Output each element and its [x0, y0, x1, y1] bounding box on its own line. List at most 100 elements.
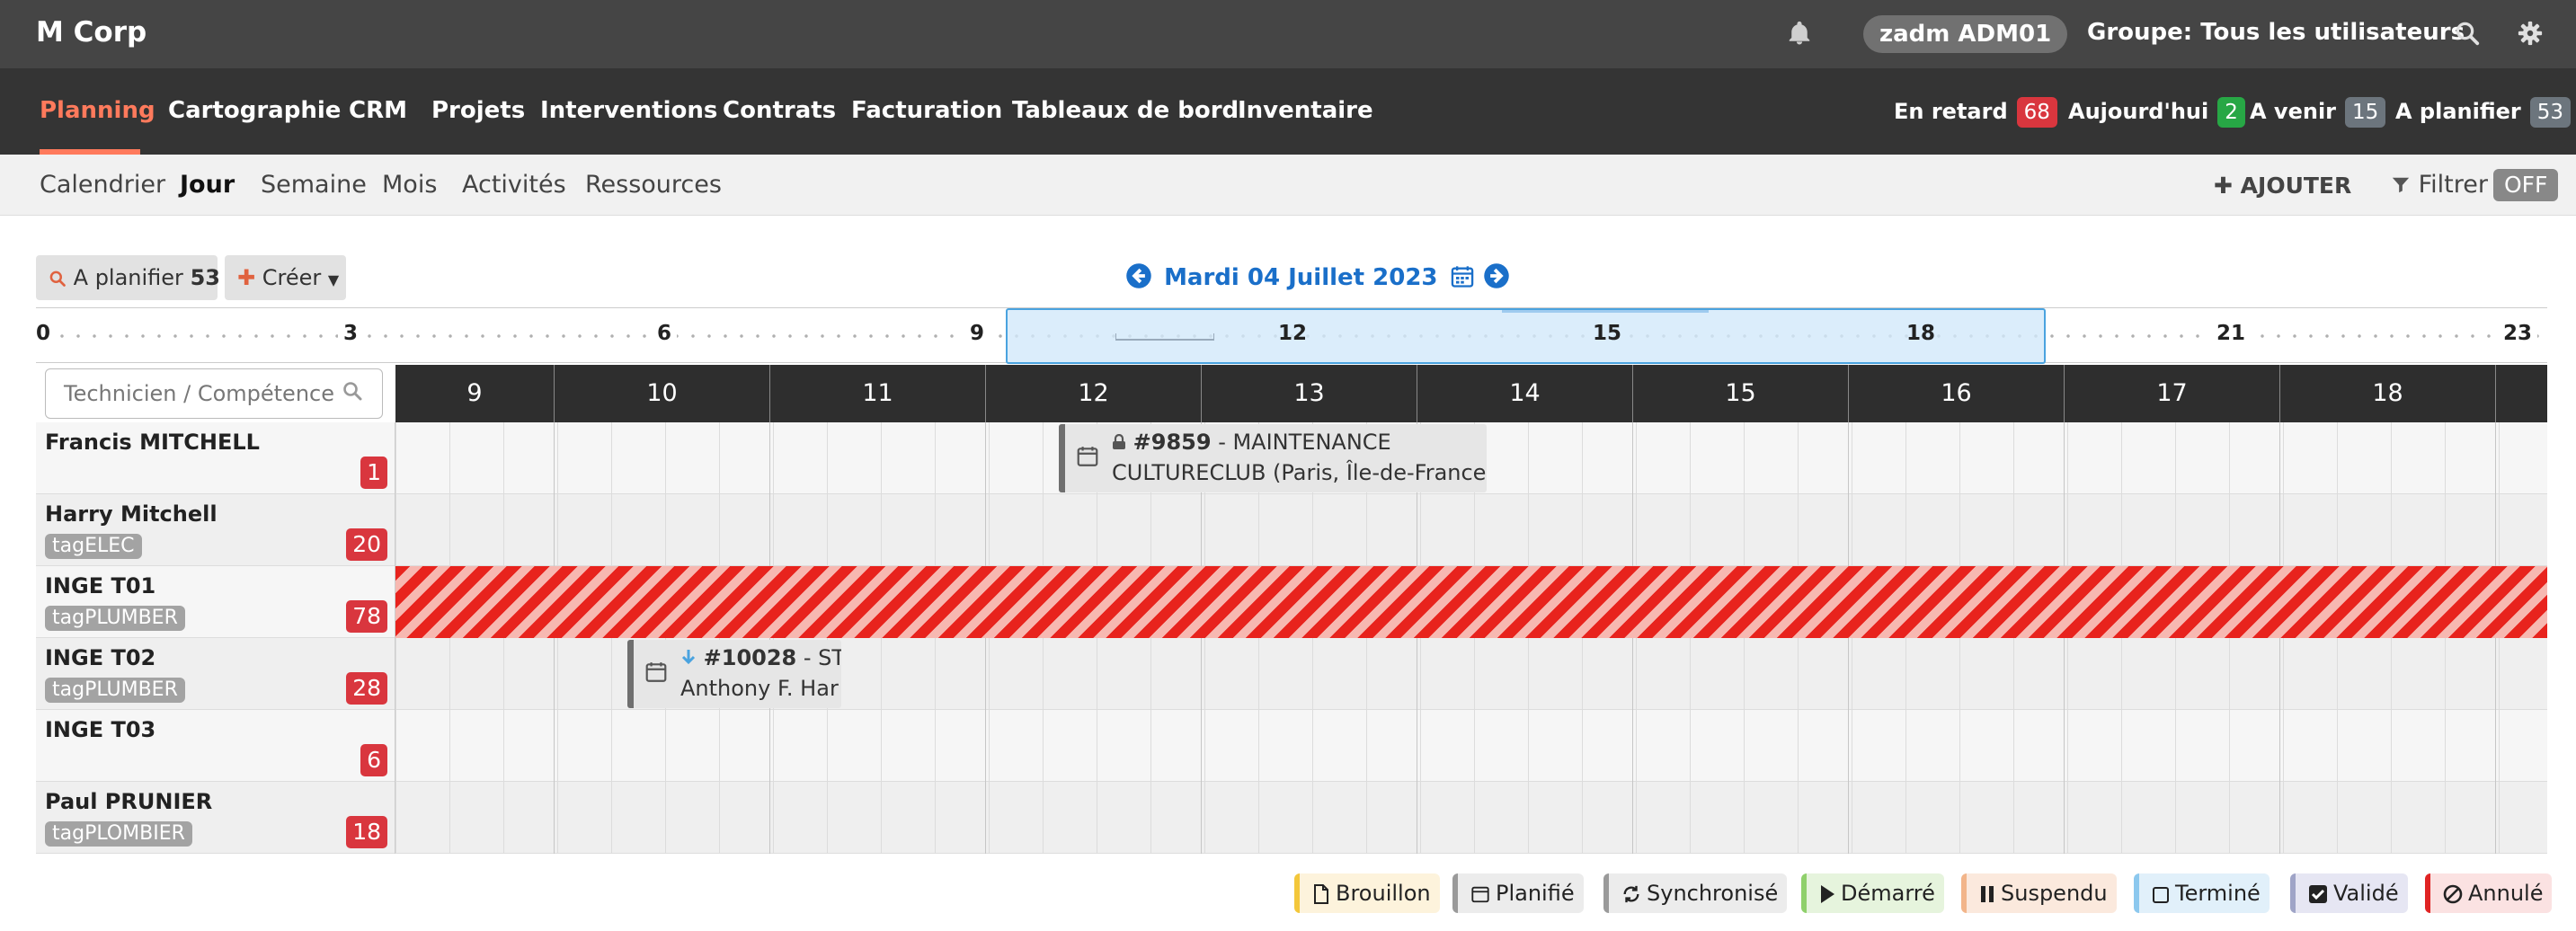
- hour-label: 12: [985, 365, 1201, 422]
- time-slots[interactable]: [395, 710, 2547, 782]
- search-icon: [343, 382, 362, 401]
- group-selector[interactable]: Groupe: Tous les utilisateurs: [2087, 19, 2465, 46]
- counter-aujourdhui[interactable]: Aujourd'hui 2: [2068, 97, 2245, 128]
- timeline-label: 18: [1906, 322, 1936, 345]
- hour-divider: [1848, 422, 1849, 494]
- sync-icon: [1623, 885, 1639, 903]
- hour-divider: [985, 422, 986, 494]
- gear-icon[interactable]: [2517, 20, 2544, 47]
- technician-row: Francis MITCHELL 1 #9859 - MAINTENANCE C…: [36, 422, 2547, 494]
- counter-a-planifier[interactable]: A planifier 53: [2395, 97, 2572, 128]
- tab-jour[interactable]: Jour: [180, 171, 235, 199]
- event-id: #9859: [1133, 430, 1212, 455]
- main-nav: Planning Cartographie CRM Projets Interv…: [0, 68, 2576, 155]
- hour-label: 11: [769, 365, 985, 422]
- create-dropdown[interactable]: ✚ Créer ▼: [225, 255, 346, 300]
- hour-divider: [2495, 494, 2496, 566]
- legend-suspendu: Suspendu: [1961, 873, 2117, 913]
- hour-divider: [985, 494, 986, 566]
- nav-crm[interactable]: CRM: [349, 97, 407, 124]
- hour-divider: [769, 782, 770, 854]
- event-card[interactable]: #10028 - ST Anthony F. Har: [627, 640, 841, 708]
- scheduler-grid: Technicien / Compétence 9 10 11 12 13 14…: [36, 365, 2547, 856]
- technician-cell[interactable]: Harry Mitchell tagELEC 20: [36, 494, 395, 566]
- arrow-down-icon: [681, 650, 696, 665]
- technician-cell[interactable]: INGE T03 6: [36, 710, 395, 782]
- to-plan-button[interactable]: A planifier 53: [36, 255, 220, 300]
- day-overview-timeline[interactable]: 0 3 6 9 12 15 18 21 23: [31, 307, 2547, 364]
- counter-a-venir[interactable]: A venir 15: [2250, 97, 2386, 128]
- nav-projets[interactable]: Projets: [431, 97, 525, 124]
- nav-planning[interactable]: Planning: [40, 97, 155, 124]
- technician-name: Paul PRUNIER: [45, 789, 213, 814]
- hour-label: 16: [1848, 365, 2064, 422]
- hour-divider: [2064, 638, 2065, 710]
- tab-calendrier[interactable]: Calendrier: [40, 171, 165, 199]
- timeline-label: 9: [964, 322, 990, 345]
- add-button[interactable]: ✚ AJOUTER: [2214, 173, 2351, 199]
- nav-facturation[interactable]: Facturation: [851, 97, 1002, 124]
- technician-cell[interactable]: Paul PRUNIER tagPLOMBIER 18: [36, 782, 395, 854]
- range-drag-handle[interactable]: [1115, 333, 1214, 341]
- hour-divider: [1848, 782, 1849, 854]
- nav-inventaire[interactable]: Inventaire: [1238, 97, 1373, 124]
- hour-divider: [1632, 638, 1633, 710]
- hour-divider: [769, 710, 770, 782]
- technician-cell[interactable]: INGE T01 tagPLUMBER 78: [36, 566, 395, 638]
- user-badge[interactable]: zadm ADM01: [1863, 15, 2068, 53]
- play-icon: [1821, 885, 1834, 903]
- search-icon[interactable]: [2454, 20, 2481, 47]
- event-subtitle: CULTURECLUB (Paris, Île-de-France: [1112, 460, 1487, 485]
- nav-contrats[interactable]: Contrats: [723, 97, 836, 124]
- time-slots[interactable]: [395, 782, 2547, 854]
- tab-ressources[interactable]: Ressources: [585, 171, 722, 199]
- counter-badge: 68: [2016, 97, 2057, 128]
- hour-divider: [1201, 494, 1202, 566]
- hour-divider: [554, 638, 555, 710]
- technician-cell[interactable]: Francis MITCHELL 1: [36, 422, 395, 494]
- hour-divider: [2279, 782, 2280, 854]
- hour-divider: [1632, 710, 1633, 782]
- current-date[interactable]: Mardi 04 Juillet 2023: [1164, 264, 1437, 291]
- hour-divider: [985, 710, 986, 782]
- timeline-label: 0: [31, 322, 57, 345]
- tab-activites[interactable]: Activités: [462, 171, 566, 199]
- next-day-icon[interactable]: [1483, 262, 1510, 289]
- timeline-label: 12: [1278, 322, 1308, 345]
- lock-icon: [1113, 433, 1125, 449]
- event-card[interactable]: #9859 - MAINTENANCE CULTURECLUB (Paris, …: [1059, 424, 1487, 492]
- calendar-icon[interactable]: [1450, 264, 1475, 289]
- prev-day-icon[interactable]: [1125, 262, 1152, 289]
- technician-count-badge: 20: [346, 528, 387, 561]
- tab-mois[interactable]: Mois: [382, 171, 437, 199]
- filter-toggle[interactable]: Filtrer OFF: [2391, 169, 2559, 201]
- nav-tableaux-de-bord[interactable]: Tableaux de bord: [1012, 97, 1239, 124]
- caret-down-icon: ▼: [327, 271, 340, 288]
- visible-range-selector[interactable]: [1006, 308, 2046, 364]
- skill-tag: tagPLOMBIER: [45, 821, 192, 847]
- technician-name: INGE T02: [45, 645, 156, 670]
- bell-icon[interactable]: [1786, 20, 1813, 47]
- technician-cell[interactable]: INGE T02 tagPLUMBER 28: [36, 638, 395, 710]
- hour-divider: [2279, 494, 2280, 566]
- technician-search-input[interactable]: Technicien / Compétence: [45, 368, 383, 419]
- tab-semaine[interactable]: Semaine: [261, 171, 367, 199]
- unavailable-block[interactable]: [395, 566, 2547, 638]
- counter-en-retard[interactable]: En retard 68: [1894, 97, 2057, 128]
- legend-termine: Terminé: [2134, 873, 2270, 913]
- hour-label: 17: [2064, 365, 2279, 422]
- hour-divider: [985, 782, 986, 854]
- plus-icon: ✚: [2214, 173, 2233, 199]
- brand-logo[interactable]: M Corp: [36, 16, 147, 49]
- hour-label: 14: [1417, 365, 1632, 422]
- nav-cartographie[interactable]: Cartographie: [168, 97, 341, 124]
- top-bar: M Corp zadm ADM01 Groupe: Tous les utili…: [0, 0, 2576, 68]
- filter-state[interactable]: OFF: [2492, 169, 2559, 201]
- hour-divider: [554, 422, 555, 494]
- time-slots[interactable]: [395, 494, 2547, 566]
- to-plan-count: 53: [190, 265, 220, 290]
- range-top-handle[interactable]: [1502, 310, 1709, 313]
- nav-interventions[interactable]: Interventions: [540, 97, 717, 124]
- calendar-icon: [1077, 447, 1098, 466]
- check-square-icon: [2309, 885, 2327, 903]
